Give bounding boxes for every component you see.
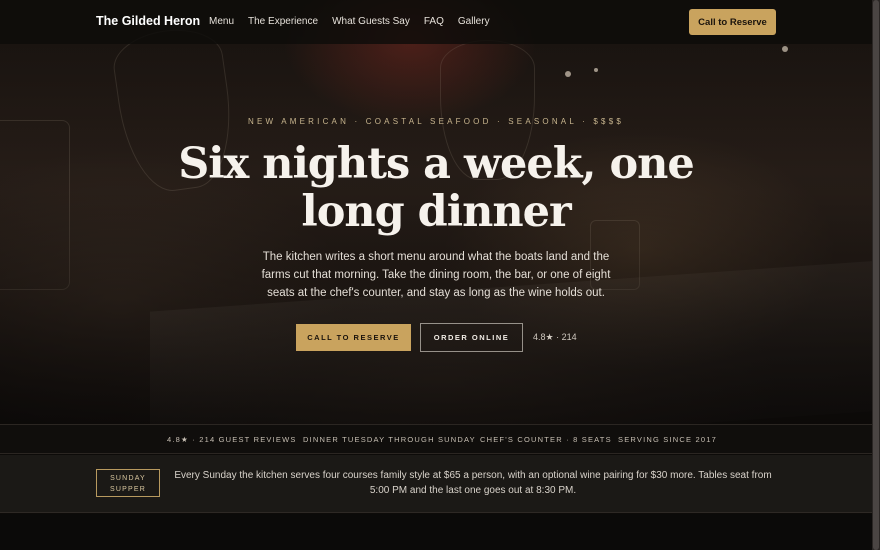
nav-link-menu[interactable]: Menu (209, 16, 234, 27)
strip-reviews: 4.8★ · 214 GUEST REVIEWS (167, 435, 297, 444)
info-strip: 4.8★ · 214 GUEST REVIEWS DINNER TUESDAY … (0, 424, 872, 454)
hero-call-to-reserve-button[interactable]: CALL TO RESERVE (296, 324, 411, 351)
call-to-reserve-button[interactable]: Call to Reserve (689, 9, 776, 35)
scrollbar-thumb[interactable] (873, 0, 879, 550)
brand-logo[interactable]: The Gilded Heron (96, 14, 200, 28)
nav-link-guests-say[interactable]: What Guests Say (332, 16, 410, 27)
rating-summary: 4.8★ · 214 (533, 332, 577, 342)
cuisine-tagline: NEW AMERICAN · COASTAL SEAFOOD · SEASONA… (247, 117, 625, 126)
strip-chefs-counter: CHEF'S COUNTER · 8 SEATS (480, 435, 612, 444)
hero-description: The kitchen writes a short menu around w… (261, 251, 611, 299)
nav-link-faq[interactable]: FAQ (424, 16, 444, 27)
scrollbar[interactable] (872, 0, 880, 550)
strip-since: SERVING SINCE 2017 (618, 435, 717, 444)
nav-links: Menu The Experience What Guests Say FAQ … (209, 16, 504, 27)
badge-line-1: SUNDAY (110, 475, 146, 482)
badge-line-2: SUPPER (110, 486, 146, 493)
hero-headline: Six nights a week, one long dinner (178, 139, 695, 237)
strip-hours: DINNER TUESDAY THROUGH SUNDAY (303, 435, 476, 444)
order-online-button[interactable]: ORDER ONLINE (420, 323, 523, 352)
nav-link-gallery[interactable]: Gallery (458, 16, 490, 27)
sunday-supper-announcement: SUNDAY SUPPER Every Sunday the kitchen s… (0, 455, 872, 513)
top-nav: The Gilded Heron Menu The Experience Wha… (0, 0, 872, 44)
sunday-supper-badge: SUNDAY SUPPER (96, 469, 160, 497)
announcement-text: Every Sunday the kitchen serves four cou… (174, 470, 772, 496)
nav-link-experience[interactable]: The Experience (248, 16, 318, 27)
page-continuation (0, 514, 872, 550)
